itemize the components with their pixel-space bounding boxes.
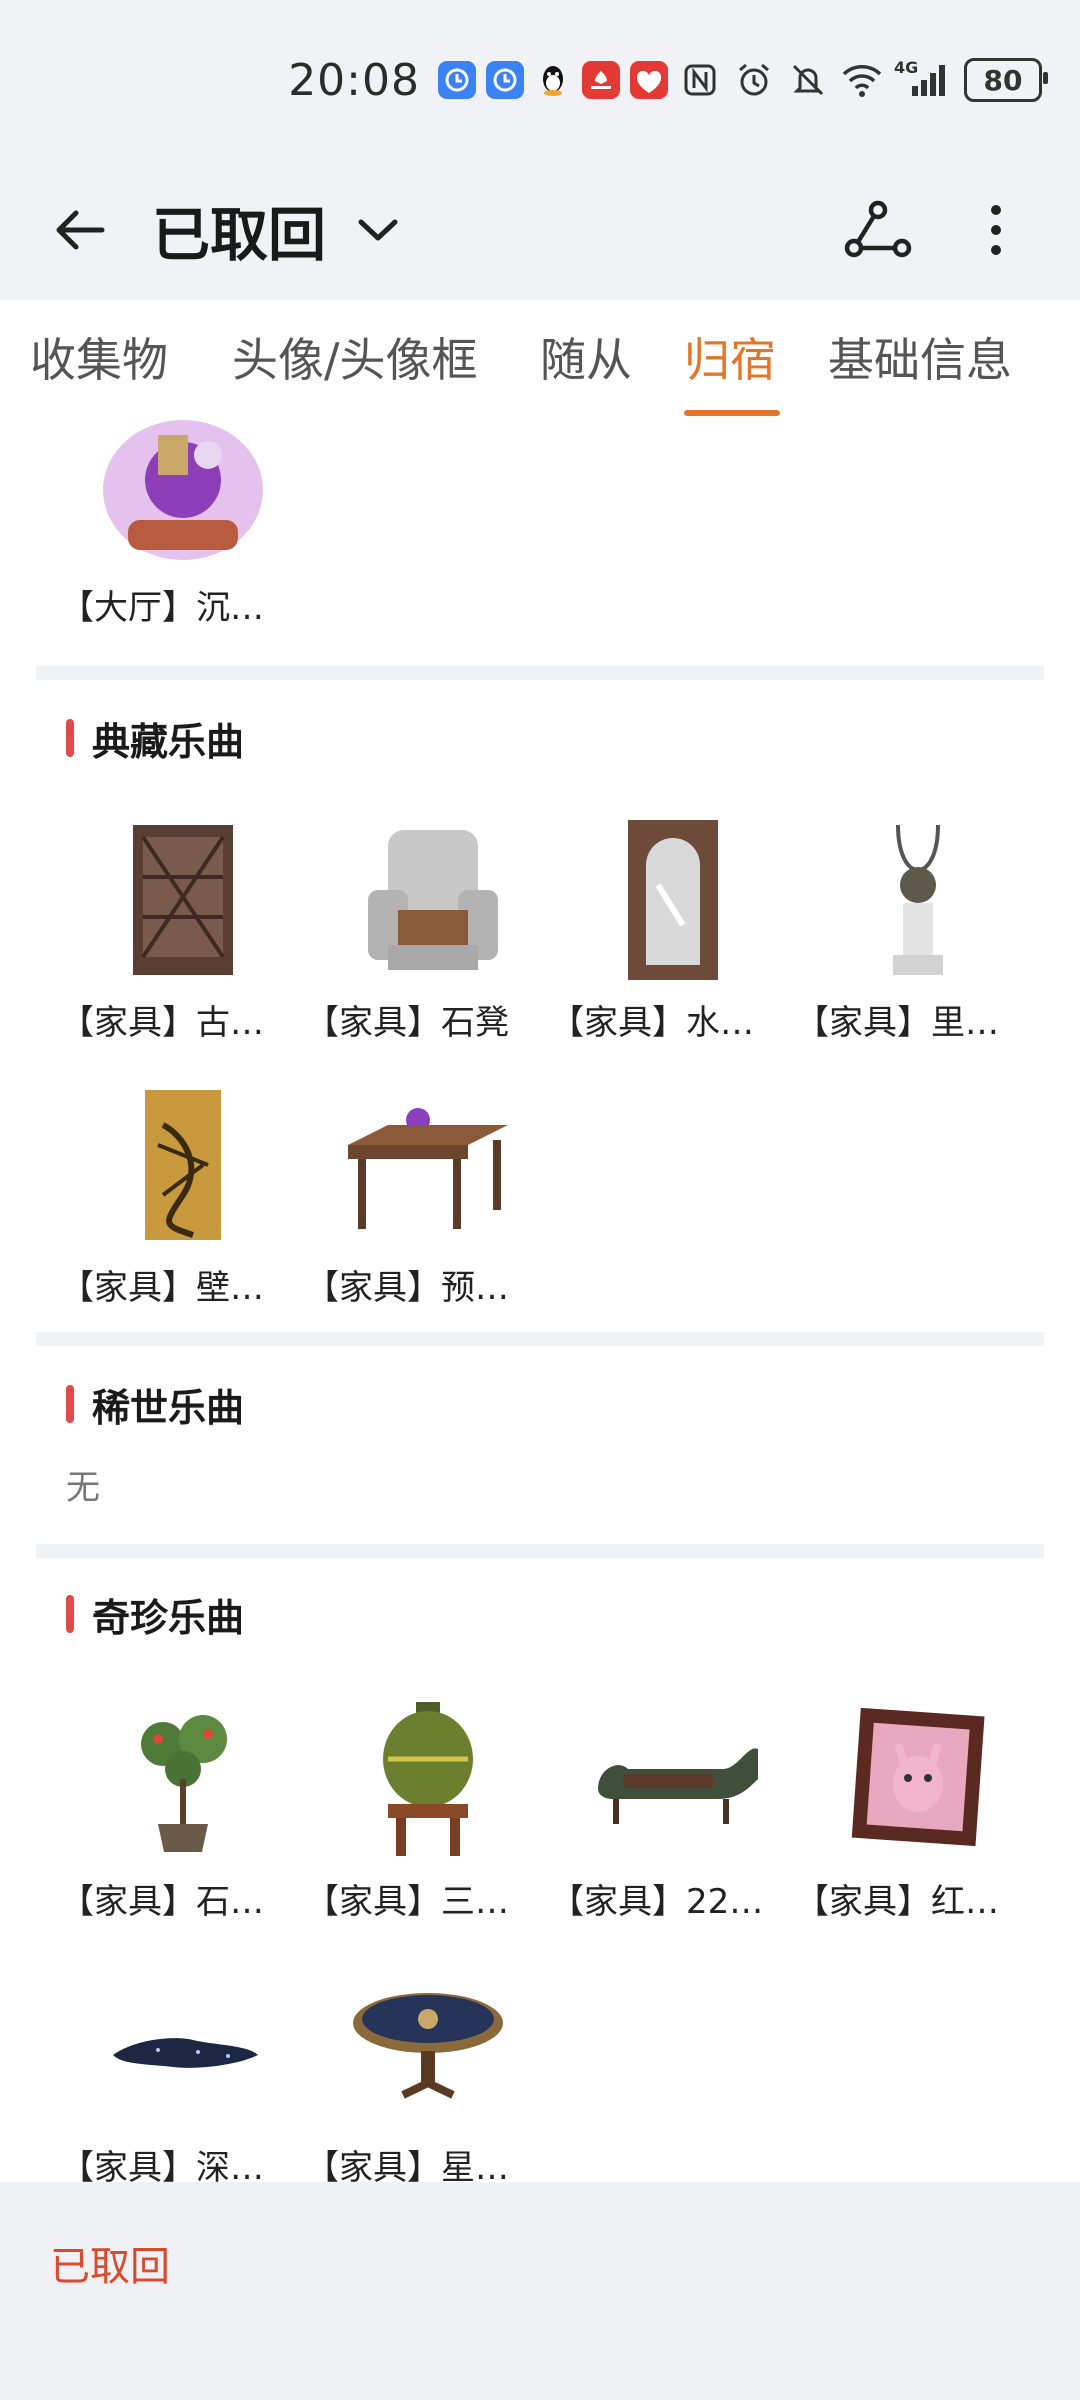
- chevron-down-icon: [356, 215, 400, 245]
- item-label: 【大厅】沉…: [60, 588, 264, 628]
- section-title: 稀世乐曲: [66, 1376, 244, 1432]
- qq-icon: [534, 61, 572, 99]
- item-label: 【家具】星…: [305, 2148, 509, 2182]
- empty-state: 无: [66, 1468, 100, 1508]
- item-label: 【家具】石凳: [305, 1003, 509, 1043]
- bottom-status-label[interactable]: 已取回: [50, 2234, 170, 2292]
- item-label: 【家具】预…: [305, 1268, 509, 1308]
- share-icon: [844, 200, 912, 258]
- section-title: 奇珍乐曲: [66, 1586, 244, 1642]
- app-bar: 已取回: [0, 160, 1080, 300]
- vase-image: [305, 1684, 550, 1874]
- back-button[interactable]: [40, 190, 120, 270]
- network-type: 4G: [894, 58, 919, 77]
- star-round-table-image: [305, 1950, 550, 2140]
- alarm-app-icon: [438, 61, 476, 99]
- status-bar: 20:08 4G 80: [0, 0, 1080, 160]
- mirror-image: [550, 805, 795, 995]
- section-title: 典藏乐曲: [66, 710, 244, 766]
- wifi-icon: [840, 58, 884, 102]
- tab-basic-info[interactable]: 基础信息: [828, 324, 1012, 390]
- section-divider: [36, 1332, 1044, 1346]
- wall-tapestry-image: [60, 1070, 305, 1260]
- status-time: 20:08: [288, 54, 420, 106]
- page-title: 已取回: [152, 201, 327, 269]
- tab-collectibles[interactable]: 收集物: [30, 324, 168, 390]
- lobby-item-image: [60, 420, 305, 580]
- item-label: 【家具】水…: [550, 1003, 754, 1043]
- section-title-text: 奇珍乐曲: [92, 1595, 245, 1640]
- item-label: 【家具】深…: [60, 2148, 264, 2182]
- more-button[interactable]: [956, 190, 1036, 270]
- stone-chair-image: [305, 805, 550, 995]
- more-vertical-icon: [991, 205, 1001, 255]
- item-label: 【家具】古…: [60, 1003, 264, 1043]
- section-title-text: 典藏乐曲: [92, 719, 245, 764]
- shopping-618-icon: [630, 61, 668, 99]
- item-label: 【家具】里…: [795, 1003, 999, 1043]
- share-button[interactable]: [838, 190, 918, 270]
- starry-rug-image: [60, 1950, 305, 2140]
- signal-icon: 4G: [894, 58, 950, 102]
- lyre-statue-image: [795, 805, 1040, 995]
- mute-icon: [786, 58, 830, 102]
- huawei-icon: [582, 61, 620, 99]
- cabinet-image: [60, 805, 305, 995]
- item-label: 【家具】石…: [60, 1882, 264, 1922]
- section-divider: [36, 1544, 1044, 1558]
- active-tab-indicator: [684, 410, 780, 416]
- tab-avatar-frame[interactable]: 头像/头像框: [232, 324, 478, 390]
- tab-home[interactable]: 归宿: [684, 324, 776, 390]
- section-divider: [36, 666, 1044, 680]
- alarm-app-icon: [486, 61, 524, 99]
- content-list: 【大厅】沉… 典藏乐曲 【家具】古… 【家具】石凳 【家具】水… 【家具】里… …: [0, 420, 1080, 2182]
- chaise-lounge-image: [550, 1684, 795, 1874]
- item-label: 【家具】壁…: [60, 1268, 264, 1308]
- alarm-icon: [732, 58, 776, 102]
- back-arrow-icon: [56, 210, 105, 250]
- item-label: 【家具】22…: [550, 1882, 764, 1922]
- table-image: [305, 1070, 550, 1260]
- section-title-text: 稀世乐曲: [92, 1385, 245, 1430]
- battery-icon: 80: [964, 58, 1048, 102]
- tab-followers[interactable]: 随从: [540, 324, 632, 390]
- status-icons: 20:08 4G 80: [288, 48, 1048, 112]
- bonsai-tree-image: [60, 1684, 305, 1874]
- item-label: 【家具】三…: [305, 1882, 509, 1922]
- tab-bar: 收集物 头像/头像框 随从 归宿 基础信息: [0, 300, 1080, 420]
- bottom-bar: 已取回: [0, 2182, 1080, 2400]
- page-title-dropdown[interactable]: 已取回: [152, 190, 400, 270]
- nfc-icon: [678, 58, 722, 102]
- bunny-painting-image: [795, 1684, 1040, 1874]
- item-label: 【家具】红…: [795, 1882, 999, 1922]
